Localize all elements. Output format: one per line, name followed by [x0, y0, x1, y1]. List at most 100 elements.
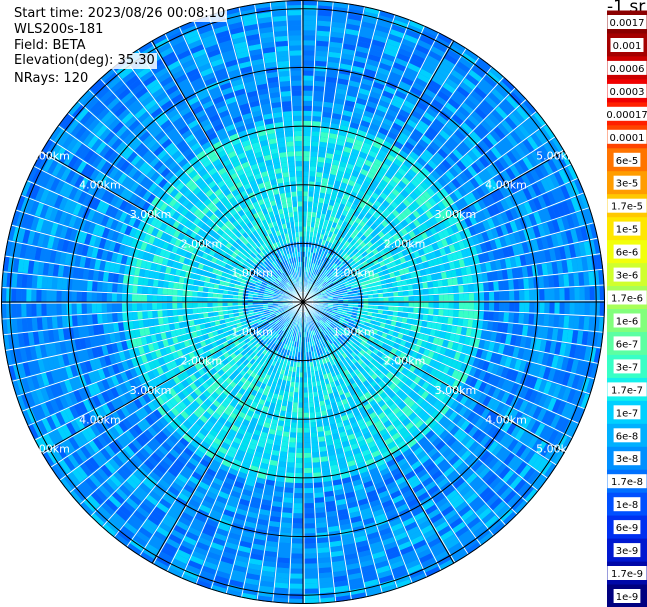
range-gate	[432, 280, 439, 288]
range-gate	[453, 302, 459, 310]
range-gate	[280, 517, 292, 524]
range-gate	[297, 417, 303, 423]
range-gate	[311, 136, 320, 142]
range-gate	[483, 311, 489, 321]
range-gate	[304, 538, 316, 544]
range-gate	[443, 286, 449, 294]
range-gate	[303, 493, 314, 499]
range-gate	[303, 503, 314, 509]
range-gate	[303, 432, 311, 438]
range-gate	[548, 275, 555, 289]
range-gate	[303, 105, 313, 111]
range-gate	[538, 276, 545, 289]
range-gate	[553, 275, 560, 288]
range-gate	[303, 372, 307, 378]
range-gate	[518, 278, 525, 290]
range-gate	[303, 402, 309, 408]
range-gate	[303, 20, 317, 26]
range-gate	[310, 146, 319, 152]
range-gate	[423, 308, 429, 315]
range-gate	[463, 310, 469, 319]
range-gate	[589, 286, 595, 301]
range-gate	[539, 289, 545, 301]
range-gate	[303, 186, 309, 192]
range-gate	[303, 206, 308, 212]
range-gate	[303, 513, 315, 519]
range-gate	[564, 302, 570, 315]
ppi-scan-plot: 1.00km 1.00km1.00km 1.00km2.00km 2.00km2.00…	[1, 0, 605, 604]
range-gate	[554, 302, 560, 315]
range-gate	[316, 421, 323, 428]
range-gate	[292, 523, 303, 529]
range-gate	[504, 291, 510, 302]
range-gate	[303, 437, 311, 443]
range-gate	[303, 467, 312, 474]
range-gate	[290, 563, 303, 569]
range-gate	[519, 290, 525, 302]
range-gate	[303, 171, 310, 177]
range-gate	[303, 25, 317, 31]
range-gate	[458, 302, 465, 310]
range-gate	[313, 487, 323, 493]
range-gate	[458, 310, 464, 319]
range-gate	[538, 314, 545, 327]
range-gate	[303, 392, 308, 398]
range-gate	[279, 527, 292, 534]
range-gate	[284, 477, 294, 483]
range-gate	[290, 558, 303, 564]
range-gate	[316, 426, 324, 433]
range-gate	[280, 446, 288, 453]
range-gate	[478, 292, 485, 302]
range-gate	[303, 181, 309, 187]
range-gate	[303, 382, 308, 388]
range-gate	[315, 60, 328, 67]
range-gate	[523, 313, 530, 325]
range-gate	[309, 176, 316, 182]
range-gate	[523, 278, 530, 290]
range-gate	[457, 276, 464, 285]
range-gate	[509, 290, 515, 302]
range-gate	[319, 141, 328, 148]
range-gate	[393, 302, 399, 307]
range-gate	[308, 392, 313, 398]
range-gate	[508, 279, 515, 291]
range-gate	[453, 293, 459, 302]
range-gate	[518, 313, 525, 325]
range-gate	[303, 518, 315, 524]
range-gate	[314, 85, 325, 92]
range-gate	[309, 407, 315, 413]
range-gate	[288, 593, 303, 599]
range-gate	[524, 290, 530, 302]
range-gate	[303, 30, 317, 36]
range-gate	[304, 573, 318, 579]
range-gate	[278, 537, 291, 544]
range-gate	[313, 477, 322, 483]
range-gate	[398, 291, 404, 297]
range-gate	[303, 10, 318, 16]
range-gate	[309, 166, 317, 172]
range-gate	[403, 296, 409, 302]
range-gate	[574, 287, 580, 301]
range-gate	[303, 462, 312, 469]
range-gate	[304, 583, 318, 589]
range-gate	[303, 447, 311, 453]
range-gate	[303, 387, 308, 393]
range-gate	[559, 288, 565, 301]
range-gate	[303, 452, 312, 458]
range-gate	[569, 302, 575, 316]
range-gate	[433, 308, 439, 316]
range-gate	[543, 314, 550, 327]
range-gate	[513, 279, 520, 291]
range-gate	[479, 302, 485, 311]
range-gate	[296, 432, 303, 438]
range-gate	[418, 302, 424, 308]
range-gate	[311, 457, 320, 463]
range-gate	[303, 60, 315, 66]
range-gate	[311, 452, 320, 458]
range-gate	[438, 309, 444, 317]
range-gate	[433, 302, 439, 309]
range-gate	[288, 588, 303, 594]
range-gate	[428, 308, 434, 316]
range-gate	[443, 302, 449, 309]
range-gate	[313, 100, 324, 107]
